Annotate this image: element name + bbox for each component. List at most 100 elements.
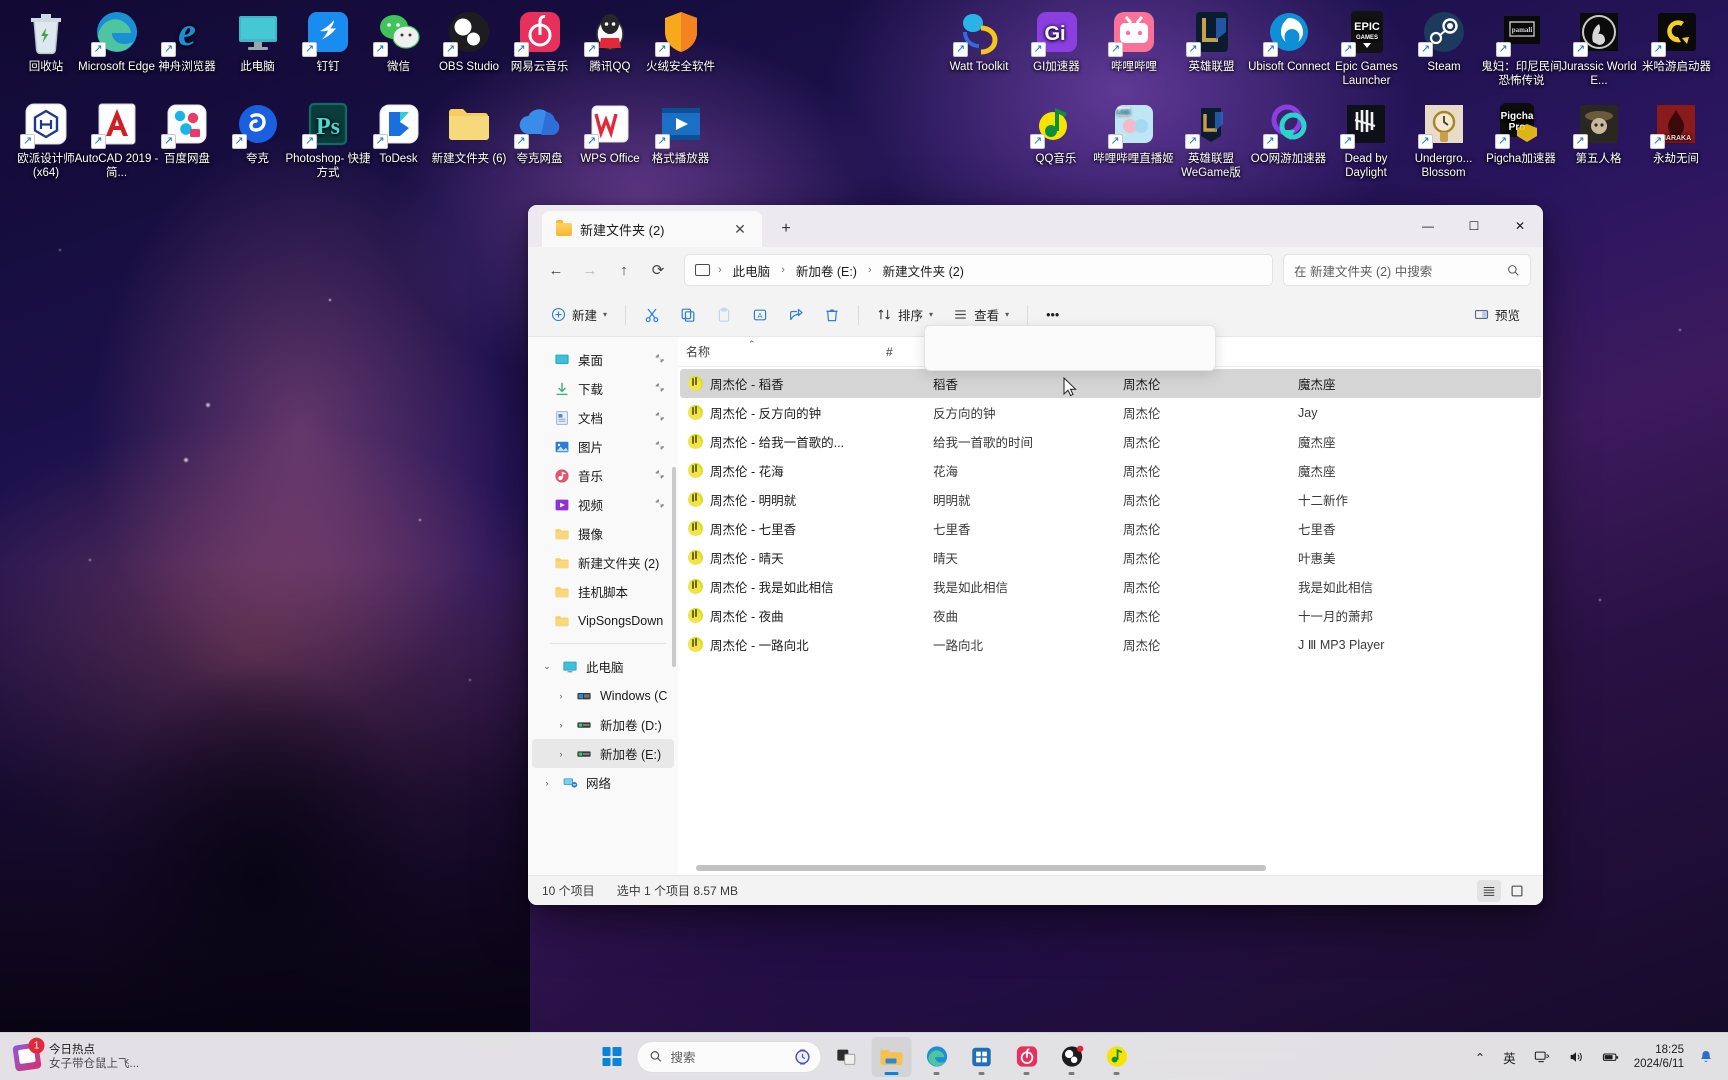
minimize-button[interactable]: — bbox=[1405, 205, 1451, 247]
pin-icon[interactable] bbox=[654, 498, 666, 510]
sidebar-item-2[interactable]: 文档 bbox=[532, 403, 674, 432]
sidebar-item-1[interactable]: 下载 bbox=[532, 374, 674, 403]
chevron-icon[interactable]: › bbox=[554, 691, 568, 701]
desktop-icon-pamali-game[interactable]: pamali↗鬼妇：印尼民间恐怖传说 bbox=[1479, 8, 1565, 88]
taskbar-netease-music[interactable] bbox=[1007, 1037, 1047, 1077]
pin-icon[interactable] bbox=[654, 469, 666, 481]
desktop-icon-dead-by-daylight[interactable]: ↗Dead by Daylight bbox=[1323, 100, 1409, 180]
column-header-0[interactable]: 名称⌃ bbox=[678, 343, 878, 360]
chevron-icon[interactable]: › bbox=[554, 720, 568, 730]
desktop-icon-league-of-legends[interactable]: ↗英雄联盟 bbox=[1169, 8, 1255, 75]
desktop-icon-ubisoft-connect[interactable]: ↗Ubisoft Connect bbox=[1246, 8, 1332, 75]
file-rows[interactable]: 周杰伦 - 稻香稻香周杰伦魔杰座周杰伦 - 反方向的钟反方向的钟周杰伦Jay周杰… bbox=[678, 367, 1543, 875]
chevron-icon[interactable]: › bbox=[554, 749, 568, 759]
desktop-icon-pigcha-pro[interactable]: PigchaPro↗Pigcha加速器 bbox=[1478, 100, 1564, 167]
breadcrumb-item-0[interactable]: 此电脑 bbox=[727, 258, 777, 283]
taskbar-obs-studio[interactable] bbox=[1052, 1037, 1092, 1077]
table-row[interactable]: 周杰伦 - 晴天晴天周杰伦叶惠美 bbox=[680, 543, 1541, 572]
close-icon[interactable]: ✕ bbox=[728, 217, 752, 241]
taskbar-microsoft-store[interactable] bbox=[962, 1037, 1002, 1077]
notification-button[interactable] bbox=[1694, 1042, 1718, 1072]
refresh-button[interactable]: ⟳ bbox=[642, 254, 674, 286]
close-button[interactable]: ✕ bbox=[1497, 205, 1543, 247]
new-tab-button[interactable]: + bbox=[774, 217, 798, 241]
tray-overflow-button[interactable]: ⌃ bbox=[1471, 1042, 1489, 1072]
horizontal-scrollbar[interactable] bbox=[678, 861, 1543, 875]
sidebar-item-4[interactable]: 音乐 bbox=[532, 461, 674, 490]
table-row[interactable]: 周杰伦 - 反方向的钟反方向的钟周杰伦Jay bbox=[680, 398, 1541, 427]
rename-button[interactable]: A bbox=[743, 299, 777, 331]
breadcrumb-item-2[interactable]: 新建文件夹 (2) bbox=[877, 258, 970, 283]
sidebar-item-8[interactable]: 挂机脚本 bbox=[532, 577, 674, 606]
sidebar-tree-item-4[interactable]: ›网络 bbox=[532, 768, 674, 797]
desktop-icon-epic-games[interactable]: EPICGAMES↗Epic Games Launcher bbox=[1324, 8, 1410, 88]
horizontal-scrollbar-thumb[interactable] bbox=[696, 865, 1266, 871]
explorer-tab[interactable]: 新建文件夹 (2) ✕ bbox=[542, 211, 762, 247]
taskbar-search-input[interactable]: 搜索 bbox=[671, 1047, 785, 1066]
breadcrumb-item-1[interactable]: 新加卷 (E:) bbox=[790, 258, 863, 283]
cut-button[interactable] bbox=[635, 299, 669, 331]
sidebar-item-3[interactable]: 图片 bbox=[532, 432, 674, 461]
large-icons-view-button[interactable] bbox=[1505, 880, 1529, 902]
desktop-icon-jurassic-world[interactable]: ↗Jurassic World E... bbox=[1556, 8, 1642, 88]
volume-button[interactable] bbox=[1564, 1042, 1588, 1072]
table-row[interactable]: 周杰伦 - 明明就明明就周杰伦十二新作 bbox=[680, 485, 1541, 514]
desktop-icon-watt-toolkit[interactable]: ↗Watt Toolkit bbox=[936, 8, 1022, 75]
clock[interactable]: 18:25 2024/6/11 bbox=[1634, 1043, 1684, 1071]
sidebar-tree-item-2[interactable]: ›新加卷 (D:) bbox=[532, 710, 674, 739]
breadcrumb[interactable]: › 此电脑 › 新加卷 (E:) › 新建文件夹 (2) bbox=[684, 254, 1273, 286]
desktop-icon-gi-accelerator[interactable]: Gi↗GI加速器 bbox=[1014, 8, 1100, 75]
start-button[interactable] bbox=[592, 1037, 632, 1077]
desktop-icon-bilibili-live[interactable]: LIVE↗哔哩哔哩直播姬 bbox=[1091, 100, 1177, 167]
desktop-icon-format-player[interactable]: ↗格式播放器 bbox=[638, 100, 724, 167]
table-row[interactable]: 周杰伦 - 我是如此相信我是如此相信周杰伦我是如此相信 bbox=[680, 572, 1541, 601]
forward-button[interactable]: → bbox=[574, 254, 606, 286]
maximize-button[interactable]: ☐ bbox=[1451, 205, 1497, 247]
network-button[interactable] bbox=[1530, 1042, 1554, 1072]
sidebar-item-6[interactable]: 摄像 bbox=[532, 519, 674, 548]
taskbar-qq-music[interactable] bbox=[1097, 1037, 1137, 1077]
desktop-icon-naraka[interactable]: NARAKA↗永劫无间 bbox=[1633, 100, 1719, 167]
back-button[interactable]: ← bbox=[540, 254, 572, 286]
task-view-button[interactable] bbox=[827, 1037, 867, 1077]
share-button[interactable] bbox=[779, 299, 813, 331]
taskbar-file-explorer[interactable] bbox=[872, 1037, 912, 1077]
desktop-icon-mihoyo-launcher[interactable]: ↗米哈游启动器 bbox=[1634, 8, 1720, 75]
desktop-icon-lol-wegame[interactable]: ↗英雄联盟 WeGame版 bbox=[1168, 100, 1254, 180]
desktop-icon-steam[interactable]: ↗Steam bbox=[1401, 8, 1487, 75]
file-explorer-window[interactable]: 新建文件夹 (2) ✕ + — ☐ ✕ ← → ↑ ⟳ › 此电脑 › 新加卷 … bbox=[528, 205, 1543, 905]
copy-button[interactable] bbox=[671, 299, 705, 331]
sidebar-tree-item-1[interactable]: ›Windows (C:) bbox=[532, 681, 674, 710]
delete-button[interactable] bbox=[815, 299, 849, 331]
desktop-icon-qq-music[interactable]: ↗QQ音乐 bbox=[1013, 100, 1099, 167]
table-row[interactable]: 周杰伦 - 花海花海周杰伦魔杰座 bbox=[680, 456, 1541, 485]
copilot-watch-icon[interactable] bbox=[793, 1047, 813, 1067]
sidebar-item-9[interactable]: VipSongsDown bbox=[532, 606, 674, 635]
desktop-icon-huorong-security[interactable]: ↗火绒安全软件 bbox=[638, 8, 724, 75]
table-row[interactable]: 周杰伦 - 给我一首歌的...给我一首歌的时间周杰伦魔杰座 bbox=[680, 427, 1541, 456]
table-row[interactable]: 周杰伦 - 稻香稻香周杰伦魔杰座 bbox=[680, 369, 1541, 398]
up-button[interactable]: ↑ bbox=[608, 254, 640, 286]
file-list-pane[interactable]: 名称⌃#标题 周杰伦 - 稻香稻香周杰伦魔杰座周杰伦 - 反方向的钟反方向的钟周… bbox=[678, 337, 1543, 875]
taskbar-search[interactable]: 搜索 bbox=[637, 1041, 822, 1073]
paste-button[interactable] bbox=[707, 299, 741, 331]
sidebar-item-0[interactable]: 桌面 bbox=[532, 345, 674, 374]
desktop-icon-underground-blossom[interactable]: ↗Undergro... Blossom bbox=[1401, 100, 1487, 180]
taskbar-edge[interactable] bbox=[917, 1037, 957, 1077]
ime-indicator[interactable]: 英 bbox=[1499, 1042, 1520, 1072]
news-widget[interactable]: 1 今日热点 女子带仓鼠上飞... bbox=[14, 1033, 139, 1080]
pin-icon[interactable] bbox=[654, 440, 666, 452]
pin-icon[interactable] bbox=[654, 411, 666, 423]
search-input[interactable]: 在 新建文件夹 (2) 中搜索 bbox=[1294, 261, 1507, 280]
pin-icon[interactable] bbox=[654, 353, 666, 365]
table-row[interactable]: 周杰伦 - 夜曲夜曲周杰伦十一月的萧邦 bbox=[680, 601, 1541, 630]
table-row[interactable]: 周杰伦 - 七里香七里香周杰伦七里香 bbox=[680, 514, 1541, 543]
pin-icon[interactable] bbox=[654, 382, 666, 394]
desktop-icon-oo-game-accelerator[interactable]: ↗OO网游加速器 bbox=[1246, 100, 1332, 167]
sidebar-tree-item-3[interactable]: ›新加卷 (E:) bbox=[532, 739, 674, 768]
details-view-button[interactable] bbox=[1477, 880, 1501, 902]
navigation-pane[interactable]: 桌面下载文档图片音乐视频摄像新建文件夹 (2)挂机脚本VipSongsDown⌄… bbox=[528, 337, 678, 875]
search-box[interactable]: 在 新建文件夹 (2) 中搜索 bbox=[1283, 254, 1531, 286]
column-header-1[interactable]: # bbox=[878, 345, 923, 359]
desktop-icon-bilibili[interactable]: ↗哔哩哔哩 bbox=[1091, 8, 1177, 75]
